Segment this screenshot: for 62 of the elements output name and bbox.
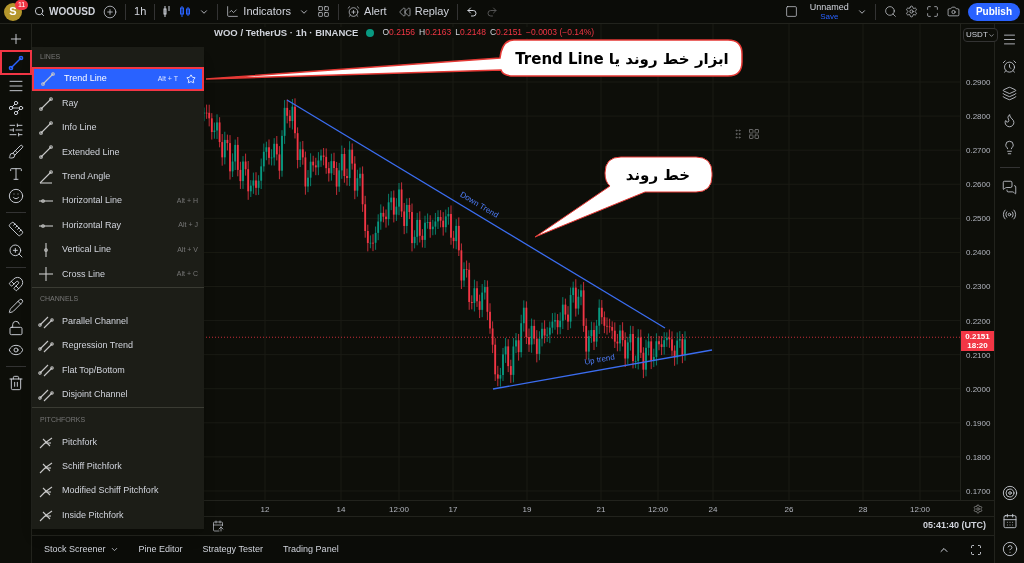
price-axis[interactable]: USDT 0.2900 0.2800 0.2700 0.2600 0.2500 0.2400 0.2300 0.2200 0.2100 0.2000 0.1900 0.1800 0.1700 0.2151 18:20 xyxy=(960,24,994,500)
time-label: 12:00 xyxy=(648,504,668,516)
time-label: 12 xyxy=(260,504,270,516)
time-label: 26 xyxy=(784,504,794,516)
time-label: 12:00 xyxy=(910,504,930,516)
menu-item[interactable]: Parallel Channel xyxy=(32,309,204,334)
symbol-title[interactable]: WOO / TetherUS · 1h · BINANCE xyxy=(214,27,359,38)
time-label: 24 xyxy=(708,504,718,516)
last-price: 0.2151 xyxy=(965,332,990,341)
price-label: 0.2900 xyxy=(966,77,991,89)
ohlc-value: O0.2156 xyxy=(382,27,416,38)
bottom-tab[interactable]: Strategy Tester xyxy=(202,542,263,557)
menu-item[interactable]: Inside Pitchfork xyxy=(32,503,204,528)
time-label: 28 xyxy=(858,504,868,516)
menu-item[interactable]: Flat Top/Bottom xyxy=(32,358,204,383)
price-label: 0.2800 xyxy=(966,111,991,124)
price-label: 0.2400 xyxy=(966,247,991,260)
layout-name: Unnamed xyxy=(809,2,849,12)
price-label: 0.2600 xyxy=(966,179,991,192)
price-label: 0.2200 xyxy=(966,315,991,328)
price-label: 0.1900 xyxy=(966,417,991,430)
time-label: 12:00 xyxy=(389,504,409,516)
callout-text: خط روند xyxy=(624,165,692,186)
price-label: 0.2300 xyxy=(966,281,991,294)
menu-item[interactable]: Regression Trend xyxy=(32,333,204,359)
publish-button[interactable]: Publish xyxy=(967,2,1020,21)
trend-label: Up trend xyxy=(583,352,616,367)
menu-item[interactable]: Schiff Pitchfork xyxy=(32,454,204,479)
bottom-tab[interactable]: Pine Editor xyxy=(138,542,183,557)
price-label: 0.2500 xyxy=(966,213,991,226)
time-label: 21 xyxy=(596,504,606,516)
clock: 05:41:40 (UTC) xyxy=(922,519,986,533)
interval-button[interactable]: 1h xyxy=(134,3,147,20)
bottom-tab[interactable]: Stock Screener xyxy=(44,542,119,557)
price-label: 0.2000 xyxy=(966,383,991,396)
menu-item[interactable]: Info Line xyxy=(32,115,204,141)
symbol-search[interactable]: WOOUSD xyxy=(34,4,96,19)
ohlc-value: C0.2151 xyxy=(489,27,523,38)
menu-item[interactable]: Ray xyxy=(32,91,204,116)
ohlc-value: H0.2163 xyxy=(419,27,452,38)
currency-button[interactable]: USDT xyxy=(963,28,998,42)
menu-item[interactable]: Extended Line xyxy=(32,140,204,165)
menu-item[interactable]: Pitchfork xyxy=(32,430,204,455)
price-label: 0.2700 xyxy=(966,145,991,158)
bar-countdown: 18:20 xyxy=(967,341,988,350)
menu-item[interactable]: Disjoint Channel xyxy=(32,382,204,408)
ohlc-value: L0.2148 xyxy=(455,27,486,38)
price-label: 0.2100 xyxy=(966,349,991,362)
replay-button[interactable]: Replay xyxy=(398,3,449,20)
callout-text: ابزار خط روند یا Trend Line xyxy=(514,49,730,70)
menu-item[interactable]: Trend Angle xyxy=(32,164,204,189)
bottom-tab[interactable]: Trading Panel xyxy=(282,542,339,557)
layout-name-button[interactable]: Unnamed Save xyxy=(809,2,849,21)
price-label: 0.1800 xyxy=(966,451,991,464)
time-label: 19 xyxy=(522,504,532,516)
price-label: 0.1700 xyxy=(966,485,991,498)
time-label: 14 xyxy=(336,504,346,516)
alert-button[interactable]: Alert xyxy=(347,3,387,20)
price-change: −0.0003 (−0.14%) xyxy=(526,27,595,38)
time-label: 17 xyxy=(448,504,458,516)
indicators-button[interactable]: Indicators xyxy=(226,3,292,20)
save-label: Save xyxy=(820,11,839,21)
